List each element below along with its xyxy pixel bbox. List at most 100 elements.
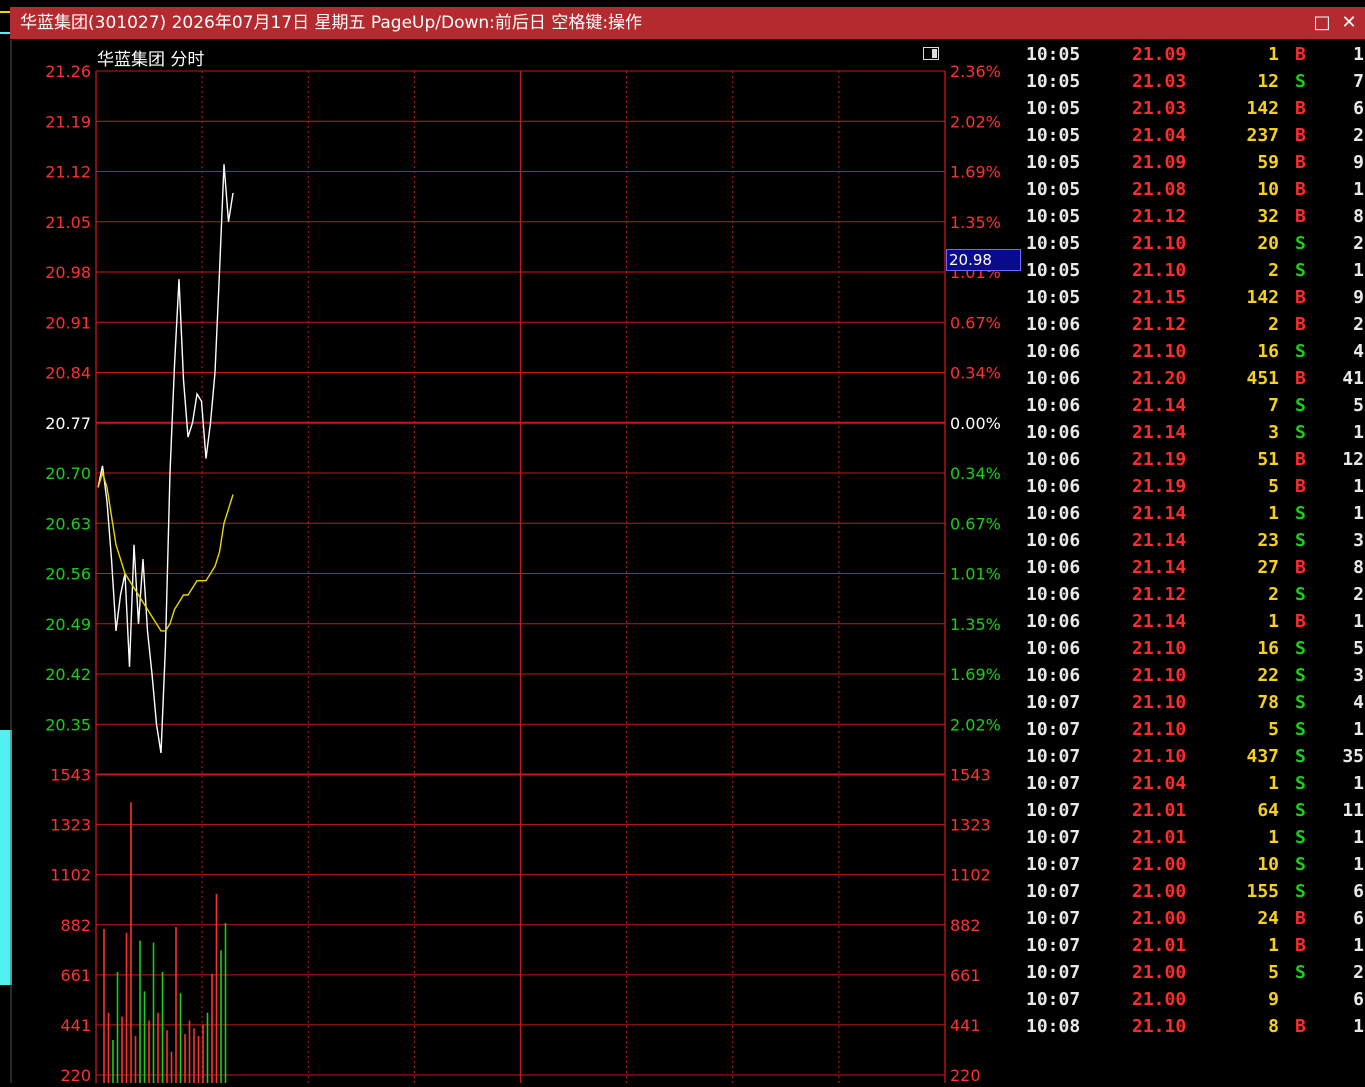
tick-volume: 1 bbox=[1268, 44, 1279, 65]
tick-row[interactable]: 10:07 21.00 24 B 6 bbox=[1024, 905, 1365, 932]
tick-time: 10:07 bbox=[1026, 719, 1081, 740]
price-axis-label: 20.42 bbox=[45, 665, 91, 684]
close-button[interactable]: ✕ bbox=[1337, 11, 1361, 35]
tick-price: 21.14 bbox=[1132, 557, 1187, 578]
tick-side: S bbox=[1295, 422, 1306, 443]
tick-count: 1 bbox=[1353, 611, 1364, 632]
tick-price: 21.10 bbox=[1132, 746, 1187, 767]
tick-count: 8 bbox=[1353, 557, 1364, 578]
tick-side: B bbox=[1295, 314, 1306, 335]
tick-row[interactable]: 10:06 21.12 2 S 2 bbox=[1024, 581, 1365, 608]
tick-row[interactable]: 10:05 21.10 2 S 1 bbox=[1024, 257, 1365, 284]
tick-count: 35 bbox=[1342, 746, 1364, 767]
window-titlebar[interactable]: 华蓝集团(301027) 2026年07月17日 星期五 PageUp/Down… bbox=[10, 7, 1365, 39]
tick-row[interactable]: 10:07 21.10 78 S 4 bbox=[1024, 689, 1365, 716]
tick-time: 10:05 bbox=[1026, 71, 1081, 92]
tick-time: 10:05 bbox=[1026, 179, 1081, 200]
tick-count: 1 bbox=[1353, 422, 1364, 443]
tick-price: 21.14 bbox=[1132, 395, 1187, 416]
tick-side: B bbox=[1295, 152, 1306, 173]
tick-row[interactable]: 10:05 21.12 32 B 8 bbox=[1024, 203, 1365, 230]
tick-count: 1 bbox=[1353, 260, 1364, 281]
tick-row[interactable]: 10:07 21.01 1 B 1 bbox=[1024, 932, 1365, 959]
tick-row[interactable]: 10:06 21.14 3 S 1 bbox=[1024, 419, 1365, 446]
tick-time: 10:06 bbox=[1026, 476, 1081, 497]
tick-price: 21.12 bbox=[1132, 206, 1187, 227]
tick-side: S bbox=[1295, 827, 1306, 848]
tick-row[interactable]: 10:07 21.00 5 S 2 bbox=[1024, 959, 1365, 986]
tick-price: 21.12 bbox=[1132, 584, 1187, 605]
tick-price: 21.15 bbox=[1132, 287, 1187, 308]
maximize-button[interactable]: □ bbox=[1310, 11, 1334, 35]
tick-row[interactable]: 10:06 21.19 51 B 12 bbox=[1024, 446, 1365, 473]
tick-side: S bbox=[1295, 719, 1306, 740]
tick-row[interactable]: 10:06 21.10 22 S 3 bbox=[1024, 662, 1365, 689]
tick-row[interactable]: 10:07 21.10 5 S 1 bbox=[1024, 716, 1365, 743]
tick-count: 1 bbox=[1353, 1016, 1364, 1037]
tick-volume: 12 bbox=[1257, 71, 1279, 92]
tick-row[interactable]: 10:07 21.01 1 S 1 bbox=[1024, 824, 1365, 851]
intraday-chart-panel[interactable]: 21.26 2.36% 21.19 2.02% 21.12 1.69% 21.05 1.35%… bbox=[0, 39, 1022, 1083]
tick-count: 2 bbox=[1353, 962, 1364, 983]
tick-row[interactable]: 10:05 21.15 142 B 9 bbox=[1024, 284, 1365, 311]
tick-time: 10:05 bbox=[1026, 260, 1081, 281]
tick-row[interactable]: 10:07 21.01 64 S 11 bbox=[1024, 797, 1365, 824]
percent-axis-label: 1.01% bbox=[950, 565, 1001, 584]
tick-row[interactable]: 10:06 21.14 1 S 1 bbox=[1024, 500, 1365, 527]
tick-side: B bbox=[1295, 449, 1306, 470]
tick-row[interactable]: 10:06 21.14 27 B 8 bbox=[1024, 554, 1365, 581]
tick-side: B bbox=[1295, 908, 1306, 929]
tick-volume: 2 bbox=[1268, 314, 1279, 335]
tick-row[interactable]: 10:05 21.03 12 S 7 bbox=[1024, 68, 1365, 95]
tick-row[interactable]: 10:07 21.00 10 S 1 bbox=[1024, 851, 1365, 878]
tick-list[interactable]: 10:05 21.09 1 B 1 10:05 21.03 12 S 7 10:05 21.03 142… bbox=[1024, 41, 1365, 1083]
tick-time: 10:07 bbox=[1026, 800, 1081, 821]
tick-time: 10:07 bbox=[1026, 827, 1081, 848]
tick-count: 1 bbox=[1353, 827, 1364, 848]
layout-toggle-icon[interactable] bbox=[923, 47, 939, 60]
tick-row[interactable]: 10:08 21.10 8 B 1 bbox=[1024, 1013, 1365, 1040]
tick-price: 21.20 bbox=[1132, 368, 1187, 389]
tick-time: 10:07 bbox=[1026, 989, 1081, 1010]
tick-volume: 8 bbox=[1268, 1016, 1279, 1037]
tick-row[interactable]: 10:06 21.19 5 B 1 bbox=[1024, 473, 1365, 500]
tick-row[interactable]: 10:06 21.20 451 B 41 bbox=[1024, 365, 1365, 392]
tick-time: 10:06 bbox=[1026, 665, 1081, 686]
tick-volume: 23 bbox=[1257, 530, 1279, 551]
tick-volume: 451 bbox=[1246, 368, 1279, 389]
tick-row[interactable]: 10:05 21.09 59 B 9 bbox=[1024, 149, 1365, 176]
price-axis-label: 20.35 bbox=[45, 715, 91, 734]
tick-side: B bbox=[1295, 935, 1306, 956]
tick-time: 10:06 bbox=[1026, 341, 1081, 362]
tick-row[interactable]: 10:05 21.10 20 S 2 bbox=[1024, 230, 1365, 257]
tick-side: S bbox=[1295, 341, 1306, 362]
tick-row[interactable]: 10:06 21.14 7 S 5 bbox=[1024, 392, 1365, 419]
tick-row[interactable]: 10:05 21.04 237 B 2 bbox=[1024, 122, 1365, 149]
tick-price: 21.19 bbox=[1132, 449, 1187, 470]
tick-row[interactable]: 10:05 21.09 1 B 1 bbox=[1024, 41, 1365, 68]
tick-row[interactable]: 10:07 21.00 9 6 bbox=[1024, 986, 1365, 1013]
tick-row[interactable]: 10:06 21.10 16 S 4 bbox=[1024, 338, 1365, 365]
tick-row[interactable]: 10:05 21.08 10 B 1 bbox=[1024, 176, 1365, 203]
tick-price: 21.10 bbox=[1132, 260, 1187, 281]
tick-side: B bbox=[1295, 1016, 1306, 1037]
tick-price: 21.19 bbox=[1132, 476, 1187, 497]
tick-volume: 27 bbox=[1257, 557, 1279, 578]
tick-row[interactable]: 10:06 21.12 2 B 2 bbox=[1024, 311, 1365, 338]
tick-row[interactable]: 10:06 21.10 16 S 5 bbox=[1024, 635, 1365, 662]
tick-time: 10:05 bbox=[1026, 233, 1081, 254]
tick-row[interactable]: 10:07 21.04 1 S 1 bbox=[1024, 770, 1365, 797]
percent-axis-label: 0.67% bbox=[950, 514, 1001, 533]
tick-row[interactable]: 10:05 21.03 142 B 6 bbox=[1024, 95, 1365, 122]
tick-count: 1 bbox=[1353, 503, 1364, 524]
tick-side: S bbox=[1295, 395, 1306, 416]
tick-count: 2 bbox=[1353, 125, 1364, 146]
intraday-chart[interactable]: 21.26 2.36% 21.19 2.02% 21.12 1.69% 21.05 1.35%… bbox=[0, 39, 1022, 1083]
tick-row[interactable]: 10:07 21.00 155 S 6 bbox=[1024, 878, 1365, 905]
tick-row[interactable]: 10:06 21.14 1 B 1 bbox=[1024, 608, 1365, 635]
tick-row[interactable]: 10:07 21.10 437 S 35 bbox=[1024, 743, 1365, 770]
tick-side: S bbox=[1295, 530, 1306, 551]
tick-volume: 20 bbox=[1257, 233, 1279, 254]
tick-volume: 3 bbox=[1268, 422, 1279, 443]
tick-row[interactable]: 10:06 21.14 23 S 3 bbox=[1024, 527, 1365, 554]
